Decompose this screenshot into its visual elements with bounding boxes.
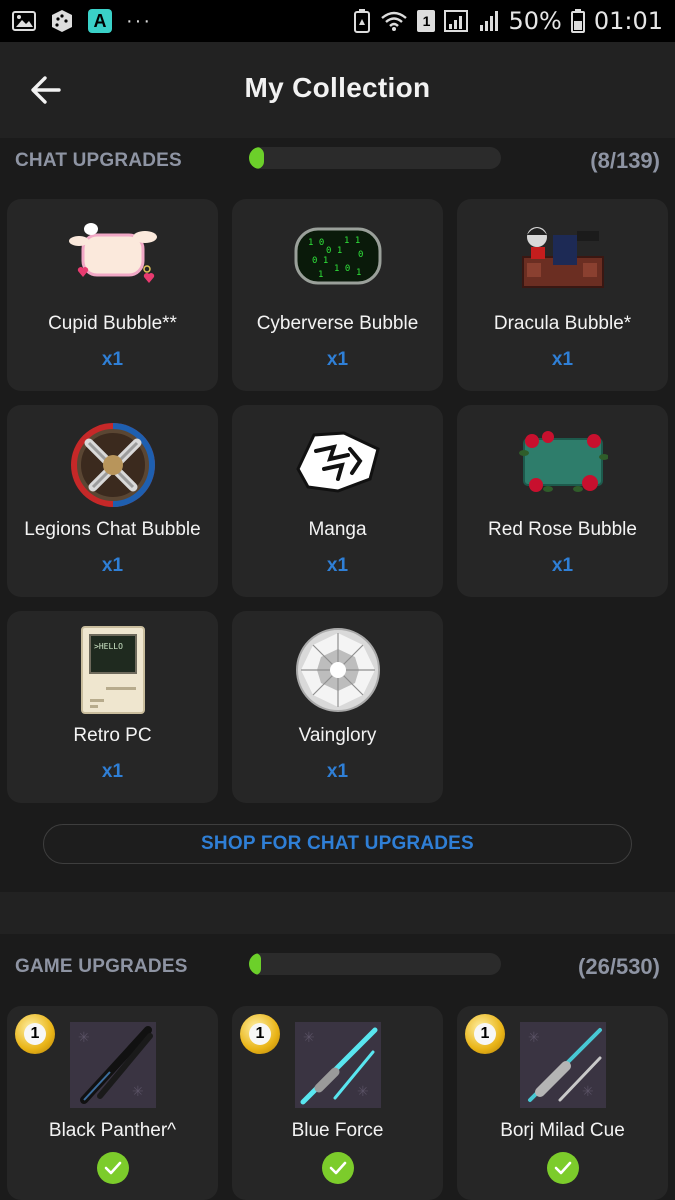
svg-text:✳: ✳ — [78, 1029, 90, 1045]
cupid-bubble-icon — [67, 223, 159, 292]
svg-text:✳: ✳ — [357, 1083, 369, 1099]
svg-text:✳: ✳ — [528, 1029, 540, 1045]
coin-level: 1 — [24, 1023, 46, 1045]
svg-text:1 1: 1 1 — [344, 236, 360, 246]
game-upgrades-header: GAME UPGRADES (26/530) — [0, 944, 675, 988]
chat-upgrade-card[interactable]: >HELLO Retro PC x1 — [7, 611, 218, 803]
progress-fill — [249, 147, 264, 169]
item-name: Vainglory — [298, 725, 377, 746]
legions-bubble-icon — [69, 421, 157, 514]
item-quantity: x1 — [101, 761, 124, 782]
black-panther-cue-icon: ✳ ✳ — [69, 1022, 156, 1113]
svg-text:✳: ✳ — [303, 1029, 315, 1045]
item-name: Cyberverse Bubble — [256, 313, 419, 334]
item-quantity: x1 — [326, 555, 349, 576]
chat-upgrade-card[interactable]: Dracula Bubble* x1 — [457, 199, 668, 391]
svg-text:1: 1 — [318, 270, 323, 280]
chat-upgrade-card[interactable]: Manga x1 — [232, 405, 443, 597]
clock: 01:01 — [593, 7, 663, 35]
svg-text:1: 1 — [356, 268, 361, 278]
sim-indicator: 1 — [417, 10, 436, 32]
signal-2-icon — [479, 9, 499, 33]
chat-upgrades-progress — [249, 147, 501, 169]
svg-text:0 1: 0 1 — [312, 256, 328, 266]
coin-level: 1 — [474, 1023, 496, 1045]
retro-pc-icon: >HELLO — [80, 625, 146, 720]
item-name: Blue Force — [291, 1120, 384, 1141]
item-quantity: x1 — [551, 555, 574, 576]
game-upgrade-card[interactable]: 1 ✳ ✳ Borj Milad Cue — [457, 1006, 668, 1200]
item-name: Retro PC — [73, 725, 152, 746]
wifi-icon — [380, 10, 408, 32]
item-quantity: x1 — [101, 555, 124, 576]
section-divider — [0, 892, 675, 934]
diamond-icon — [295, 627, 381, 718]
svg-text:0: 0 — [358, 250, 363, 260]
manga-bubble-icon — [294, 429, 382, 500]
owned-check-icon — [546, 1152, 579, 1184]
item-name: Borj Milad Cue — [500, 1120, 625, 1141]
app-a-icon: A — [88, 9, 112, 33]
coin-level: 1 — [249, 1023, 271, 1045]
section-count: (8/139) — [590, 148, 660, 173]
game-upgrades-progress — [249, 953, 501, 975]
svg-text:✳: ✳ — [582, 1083, 594, 1099]
coin-icon: 1 — [240, 1014, 280, 1054]
dracula-bubble-icon — [517, 223, 609, 294]
item-name: Manga — [308, 519, 367, 540]
chat-upgrade-card[interactable]: Vainglory x1 — [232, 611, 443, 803]
section-title: CHAT UPGRADES — [15, 150, 182, 171]
chat-upgrade-card[interactable]: 1 00 11 10 0 11 011 Cyberverse Bubble x1 — [232, 199, 443, 391]
chat-upgrade-card[interactable]: Cupid Bubble** x1 — [7, 199, 218, 391]
status-bar: A ··· 1 50% 01:01 — [0, 0, 675, 42]
red-rose-bubble-icon — [518, 429, 609, 500]
cyberverse-bubble-icon: 1 00 11 10 0 11 011 — [294, 227, 382, 290]
gallery-icon — [12, 11, 36, 31]
section-count: (26/530) — [578, 954, 660, 979]
item-name: Cupid Bubble** — [48, 313, 177, 334]
item-name: Dracula Bubble* — [493, 313, 632, 334]
shop-chat-upgrades-button[interactable]: SHOP FOR CHAT UPGRADES — [43, 824, 632, 864]
dice-icon — [50, 9, 74, 33]
svg-text:1 0: 1 0 — [334, 264, 350, 274]
signal-icon — [444, 9, 470, 33]
svg-text:0 1: 0 1 — [326, 246, 342, 256]
app-header: My Collection — [0, 42, 675, 138]
chat-upgrade-card[interactable]: Red Rose Bubble x1 — [457, 405, 668, 597]
item-quantity: x1 — [101, 349, 124, 370]
battery-percent: 50% — [508, 7, 562, 35]
coin-icon: 1 — [465, 1014, 505, 1054]
more-notifications-icon: ··· — [126, 9, 152, 32]
battery-saver-icon — [353, 9, 371, 33]
page-title: My Collection — [244, 72, 431, 103]
svg-text:1 0: 1 0 — [308, 238, 324, 248]
owned-check-icon — [321, 1152, 354, 1184]
owned-check-icon — [96, 1152, 129, 1184]
blue-force-cue-icon: ✳ ✳ — [294, 1022, 381, 1113]
game-upgrade-card[interactable]: 1 ✳ ✳ Blue Force — [232, 1006, 443, 1200]
item-name: Red Rose Bubble — [488, 519, 637, 540]
chat-upgrade-card[interactable]: Legions Chat Bubble x1 — [7, 405, 218, 597]
progress-fill — [249, 953, 262, 975]
item-name: Black Panther^ — [48, 1120, 177, 1141]
item-quantity: x1 — [326, 349, 349, 370]
svg-text:✳: ✳ — [132, 1083, 144, 1099]
coin-icon: 1 — [15, 1014, 55, 1054]
chat-upgrades-header: CHAT UPGRADES (8/139) — [0, 138, 675, 182]
item-quantity: x1 — [551, 349, 574, 370]
game-upgrade-card[interactable]: 1 ✳ ✳ Black Panther^ — [7, 1006, 218, 1200]
retro-pc-screen-text: >HELLO — [94, 642, 123, 651]
item-quantity: x1 — [326, 761, 349, 782]
section-title: GAME UPGRADES — [15, 956, 188, 977]
item-name: Legions Chat Bubble — [24, 519, 201, 540]
battery-icon — [570, 9, 585, 33]
borj-milad-cue-icon: ✳ ✳ — [519, 1022, 606, 1113]
